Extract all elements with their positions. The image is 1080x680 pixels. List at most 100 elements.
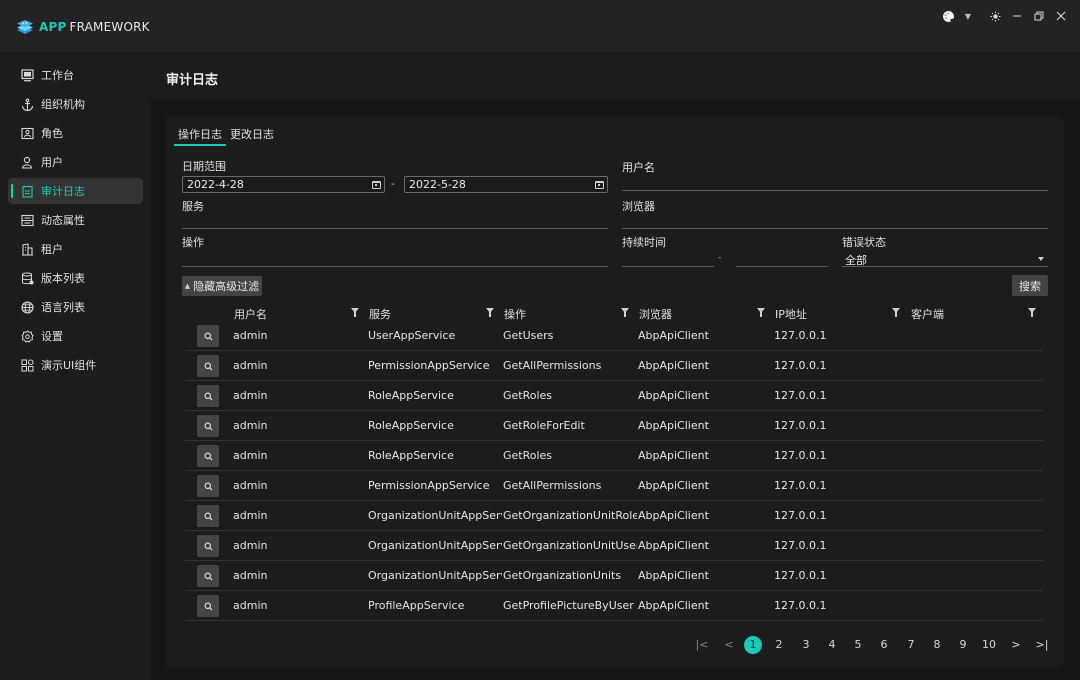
- audit-log-icon: [20, 184, 34, 198]
- close-button[interactable]: [1050, 6, 1072, 26]
- cell-ip-address: 127.0.0.1: [774, 509, 827, 522]
- first-page-button[interactable]: |<: [693, 636, 711, 654]
- tab-change-logs[interactable]: 更改日志: [226, 128, 278, 146]
- theme-dropdown-button[interactable]: ▼: [958, 6, 978, 26]
- browser-input[interactable]: [622, 228, 1048, 229]
- date-from-input[interactable]: 2022-4-28: [182, 176, 385, 193]
- date-from-value: 2022-4-28: [187, 178, 244, 191]
- column-header-ip-address[interactable]: IP地址: [775, 306, 807, 322]
- column-header-browser[interactable]: 浏览器: [639, 306, 672, 322]
- logo-framework-text: FRAMEWORK: [69, 20, 150, 34]
- column-header-service[interactable]: 服务: [369, 306, 391, 322]
- column-header-operation[interactable]: 操作: [504, 306, 526, 322]
- page-button-10[interactable]: 10: [980, 636, 998, 654]
- sidebar-item-settings[interactable]: 设置: [8, 323, 143, 349]
- toggle-advanced-filter-button[interactable]: ▲ 隐藏高级过滤: [182, 276, 262, 296]
- filter-icon[interactable]: [351, 308, 359, 317]
- view-details-button[interactable]: [197, 595, 219, 617]
- cell-service: RoleAppService: [368, 389, 454, 402]
- date-to-value: 2022-5-28: [409, 178, 466, 191]
- search-button[interactable]: 搜索: [1012, 275, 1048, 296]
- sidebar-item-editions[interactable]: 版本列表: [8, 265, 143, 291]
- calendar-icon[interactable]: [372, 180, 381, 189]
- sidebar-item-organization[interactable]: 组织机构: [8, 91, 143, 117]
- cell-service: ProfileAppService: [368, 599, 465, 612]
- page-button-1[interactable]: 1: [744, 636, 762, 654]
- table-row[interactable]: admin ProfileAppService GetProfilePictureB…: [185, 591, 1043, 621]
- prev-page-button[interactable]: <: [720, 636, 738, 654]
- duration-separator: -: [718, 253, 722, 263]
- sidebar-item-users[interactable]: 用户: [8, 149, 143, 175]
- table-row[interactable]: admin PermissionAppService GetAllPermissio…: [185, 471, 1043, 501]
- view-details-button[interactable]: [197, 505, 219, 527]
- page-button-4[interactable]: 4: [823, 636, 841, 654]
- sidebar-item-demo-ui-components[interactable]: 演示UI组件: [8, 352, 143, 378]
- table-row[interactable]: admin OrganizationUnitAppServiceGetOrgani…: [185, 531, 1043, 561]
- page-button-5[interactable]: 5: [849, 636, 867, 654]
- filter-icon[interactable]: [486, 308, 494, 317]
- table-row[interactable]: admin RoleAppService GetRoles AbpApiClient 1…: [185, 441, 1043, 471]
- page-button-9[interactable]: 9: [954, 636, 972, 654]
- error-state-select[interactable]: [842, 266, 1048, 267]
- brightness-button[interactable]: [984, 6, 1006, 26]
- table-row[interactable]: admin OrganizationUnitAppServiceGetOrgani…: [185, 501, 1043, 531]
- sidebar-item-dashboard[interactable]: 工作台: [8, 62, 143, 88]
- page-button-8[interactable]: 8: [928, 636, 946, 654]
- chevron-down-icon[interactable]: [1038, 257, 1044, 261]
- operation-input[interactable]: [182, 266, 608, 267]
- table-row[interactable]: admin UserAppService GetUsers AbpApiClient 1…: [185, 321, 1043, 351]
- username-input[interactable]: [622, 190, 1048, 191]
- search-icon: [204, 602, 213, 611]
- sidebar-item-tenants[interactable]: 租户: [8, 236, 143, 262]
- page-button-3[interactable]: 3: [797, 636, 815, 654]
- cell-browser: AbpApiClient: [638, 389, 709, 402]
- column-header-client[interactable]: 客户端: [911, 306, 944, 322]
- layers-logo-icon: [17, 20, 33, 34]
- view-details-button[interactable]: [197, 385, 219, 407]
- view-details-button[interactable]: [197, 535, 219, 557]
- cell-ip-address: 127.0.0.1: [774, 599, 827, 612]
- minimize-button[interactable]: [1006, 6, 1028, 26]
- cell-username: admin: [233, 539, 268, 552]
- table-row[interactable]: admin RoleAppService GetRoleForEdit AbpApiC…: [185, 411, 1043, 441]
- table-row[interactable]: admin OrganizationUnitAppServiceGetOrgani…: [185, 561, 1043, 591]
- table-row[interactable]: admin PermissionAppService GetAllPermissio…: [185, 351, 1043, 381]
- view-details-button[interactable]: [197, 565, 219, 587]
- column-header-username[interactable]: 用户名: [234, 306, 267, 322]
- view-details-button[interactable]: [197, 415, 219, 437]
- filter-icon[interactable]: [892, 308, 900, 317]
- restore-icon: [1034, 11, 1044, 21]
- calendar-icon[interactable]: [595, 180, 604, 189]
- view-details-button[interactable]: [197, 325, 219, 347]
- page-button-2[interactable]: 2: [770, 636, 788, 654]
- last-page-button[interactable]: >|: [1033, 636, 1051, 654]
- view-details-button[interactable]: [197, 355, 219, 377]
- sidebar-item-label: 语言列表: [41, 301, 85, 314]
- restore-button[interactable]: [1028, 6, 1050, 26]
- view-details-button[interactable]: [197, 475, 219, 497]
- date-to-input[interactable]: 2022-5-28: [404, 176, 608, 193]
- cell-ip-address: 127.0.0.1: [774, 479, 827, 492]
- page-button-7[interactable]: 7: [902, 636, 920, 654]
- search-icon: [204, 362, 213, 371]
- theme-palette-button[interactable]: [938, 6, 958, 26]
- logo-app-text: APP: [39, 20, 67, 34]
- filter-icon[interactable]: [757, 308, 765, 317]
- duration-from-input[interactable]: [622, 266, 714, 267]
- sidebar-item-languages[interactable]: 语言列表: [8, 294, 143, 320]
- cell-operation: GetOrganizationUnitRoles: [503, 509, 637, 522]
- filter-icon[interactable]: [621, 308, 629, 317]
- next-page-button[interactable]: >: [1007, 636, 1025, 654]
- sidebar-item-label: 版本列表: [41, 272, 85, 285]
- table-row[interactable]: admin RoleAppService GetRoles AbpApiClient 1…: [185, 381, 1043, 411]
- cell-service: OrganizationUnitAppService: [368, 509, 502, 522]
- sidebar-item-audit-logs[interactable]: 审计日志: [8, 178, 143, 204]
- sidebar-item-dynamic-properties[interactable]: 动态属性: [8, 207, 143, 233]
- duration-to-input[interactable]: [736, 266, 828, 267]
- tab-operation-logs[interactable]: 操作日志: [174, 128, 226, 146]
- sidebar-item-roles[interactable]: 角色: [8, 120, 143, 146]
- page-button-6[interactable]: 6: [875, 636, 893, 654]
- service-input[interactable]: [182, 228, 608, 229]
- view-details-button[interactable]: [197, 445, 219, 467]
- filter-icon[interactable]: [1028, 308, 1036, 317]
